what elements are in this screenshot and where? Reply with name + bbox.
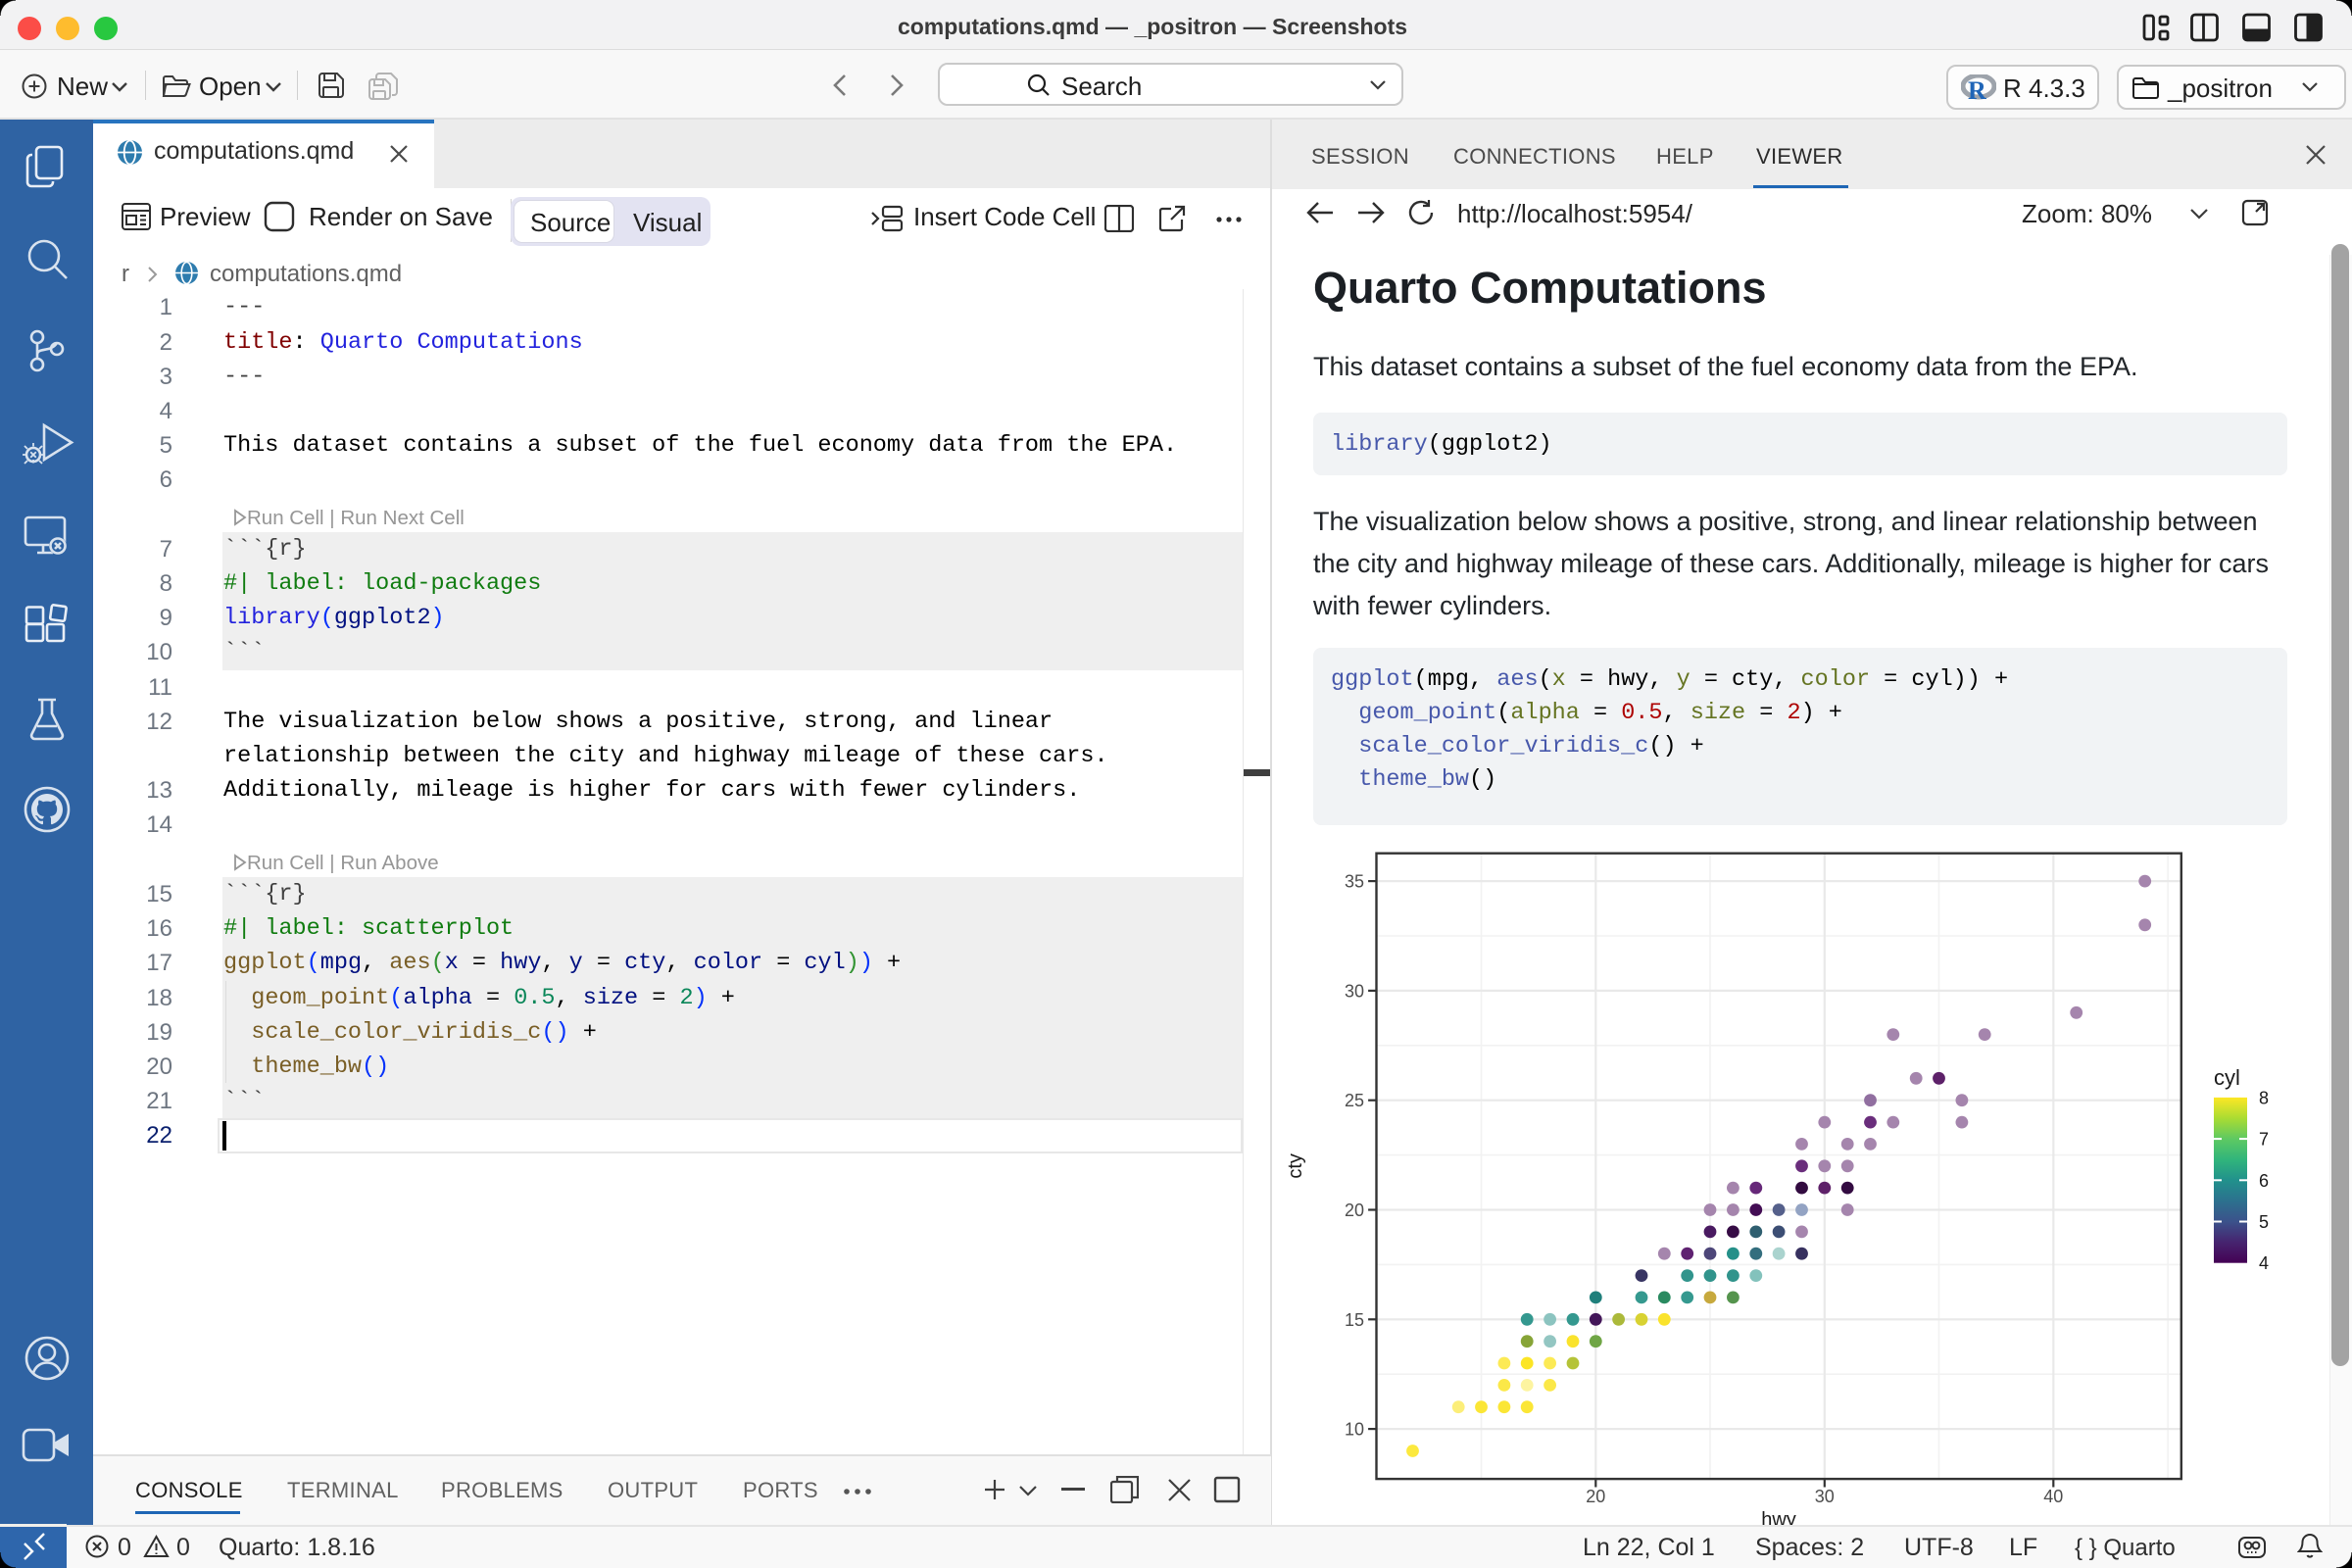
svg-text:30: 30: [1345, 981, 1364, 1001]
svg-text:6: 6: [2259, 1171, 2269, 1191]
svg-text:4: 4: [2259, 1253, 2269, 1273]
svg-text:35: 35: [1345, 872, 1364, 892]
svg-text:cyl: cyl: [2214, 1065, 2240, 1090]
svg-text:7: 7: [2259, 1130, 2269, 1150]
svg-text:20: 20: [1586, 1487, 1605, 1506]
svg-text:15: 15: [1345, 1310, 1364, 1330]
svg-text:40: 40: [2043, 1487, 2063, 1506]
svg-text:30: 30: [1815, 1487, 1835, 1506]
svg-text:20: 20: [1345, 1200, 1364, 1220]
svg-text:25: 25: [1345, 1091, 1364, 1110]
svg-text:10: 10: [1345, 1420, 1364, 1440]
svg-text:5: 5: [2259, 1212, 2269, 1232]
svg-text:cty: cty: [1285, 1153, 1306, 1179]
svg-text:8: 8: [2259, 1088, 2269, 1107]
